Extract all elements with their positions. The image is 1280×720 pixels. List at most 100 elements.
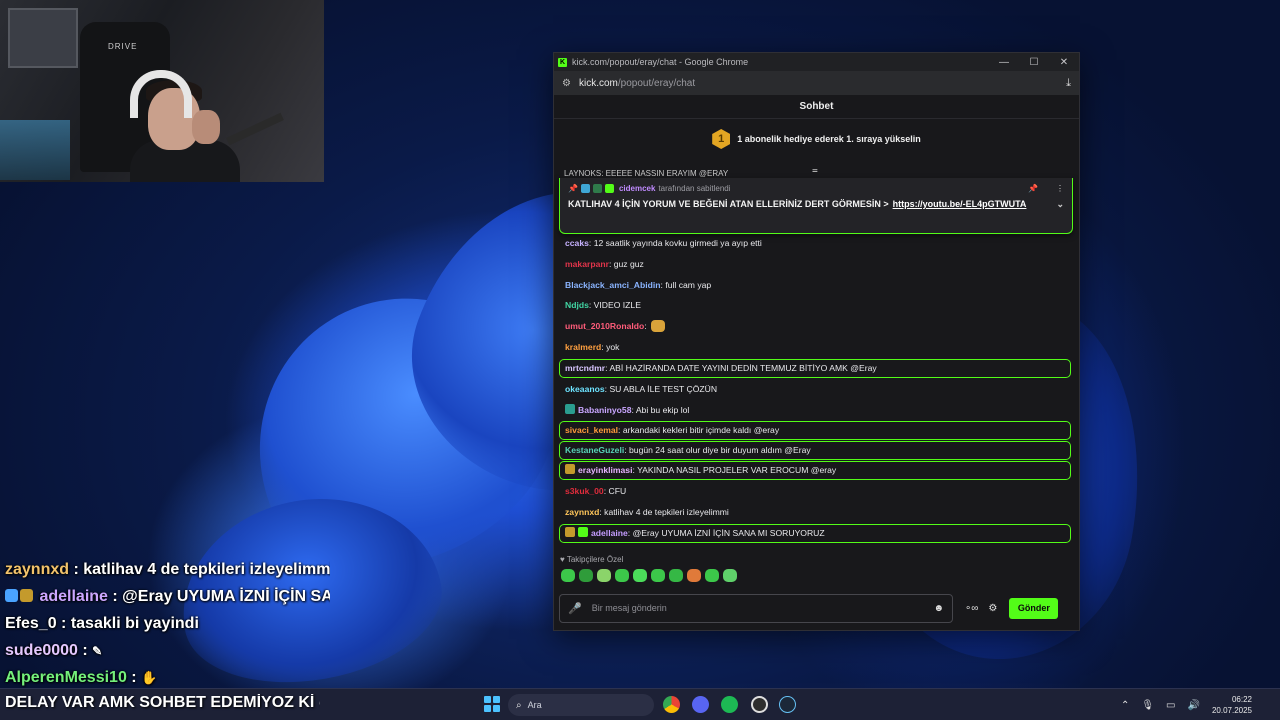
channel-points-icon[interactable]: ∘∞: [965, 603, 978, 614]
chat-message: Ndjds: VIDEO IZLE: [554, 295, 1079, 316]
volume-icon[interactable]: 🔊: [1188, 700, 1200, 711]
clock[interactable]: 06:22 20.07.2025: [1212, 694, 1252, 716]
chat-message: ccaks: 12 saatlik yayında kovku girmedi …: [554, 233, 1079, 254]
gift-banner-text: 1 abonelik hediye ederek 1. sıraya yükse…: [737, 134, 921, 144]
emoji-picker-icon[interactable]: ☻: [933, 603, 944, 614]
window-titlebar[interactable]: K kick.com/popout/eray/chat - Google Chr…: [554, 53, 1079, 71]
close-button[interactable]: ✕: [1049, 57, 1079, 68]
scroll-to-bottom-icon[interactable]: ≡: [812, 169, 818, 176]
chat-message: okeaanos: SU ABLA İLE TEST ÇÖZÜN: [554, 379, 1079, 400]
system-tray: ⌃ 🎙 ▭ 🔊 06:22 20.07.2025: [1115, 689, 1280, 720]
chat-message-text: 12 saatlik yayında kovku girmedi ya ayıp…: [593, 238, 762, 248]
chrome-app-icon[interactable]: [663, 696, 680, 713]
chat-messages[interactable]: LAYNOKS: EEEEE NASSIN ERAYIM @ERAY 📌 cid…: [554, 169, 1079, 549]
gesture-emote-icon: ✋: [141, 670, 158, 685]
microphone-icon[interactable]: 🎙: [1141, 700, 1154, 711]
taskbar-search[interactable]: ⌕ Ara: [508, 694, 654, 716]
microphone-icon[interactable]: 🎤: [568, 602, 582, 615]
message-input[interactable]: [591, 603, 934, 613]
pinned-message-user[interactable]: cidemcek: [619, 184, 655, 193]
emote-button[interactable]: [597, 569, 611, 582]
badge-icon: [20, 589, 33, 602]
chat-message: makarpanr: guz guz: [554, 254, 1079, 275]
spotify-app-icon[interactable]: [721, 696, 738, 713]
windows-start-button[interactable]: [484, 696, 500, 712]
chat-username[interactable]: kralmerd: [565, 342, 601, 352]
obs-app-icon[interactable]: [751, 696, 768, 713]
overlay-chat-line: adellaine : @Eray UYUMA İZNİ İÇİN SANA M…: [0, 583, 330, 610]
gift-leaderboard-banner[interactable]: 1 1 abonelik hediye ederek 1. sıraya yük…: [554, 119, 1079, 159]
maximize-button[interactable]: ☐: [1019, 57, 1049, 68]
emote-button[interactable]: [633, 569, 647, 582]
kick-favicon-icon: K: [558, 57, 567, 67]
url-host: kick.com: [578, 77, 618, 89]
pinned-message-text: KATLIHAV 4 İÇİN YORUM VE BEĞENİ ATAN ELL…: [568, 199, 889, 209]
pin-icon: 📌: [568, 184, 578, 193]
rank-badge-icon: 1: [712, 129, 731, 149]
pinned-message[interactable]: 📌 cidemcek tarafından sabitlendi 📌 ⋮ KAT…: [559, 178, 1073, 234]
address-bar[interactable]: ⚙ kick.com/popout/eray/chat ⤓: [554, 71, 1079, 95]
message-input-box[interactable]: 🎤 ☻: [559, 593, 953, 623]
discord-app-icon[interactable]: [692, 696, 709, 713]
badge-icon: [5, 589, 18, 602]
network-icon[interactable]: ▭: [1166, 700, 1175, 711]
emote-button[interactable]: [687, 569, 701, 582]
pencil-emote-icon: ✎: [92, 644, 103, 658]
overlay-chat-line: AlperenMessi10 : ✋: [5, 669, 158, 686]
chevron-up-icon[interactable]: ⌃: [1121, 700, 1129, 711]
chat-message: KestaneGuzeli: bugün 24 saat olur diye b…: [559, 441, 1071, 461]
clock-date: 20.07.2025: [1211, 706, 1252, 715]
chat-title: Sohbet: [554, 95, 1079, 119]
taskbar: DELAY VAR AMK SOHBET EDEMİYOZ Kİ @ERAY ⌕…: [0, 688, 1280, 720]
emote-button[interactable]: [651, 569, 665, 582]
chat-username[interactable]: adellaine: [591, 528, 628, 538]
send-button[interactable]: Gönder: [1009, 597, 1059, 619]
badge-icon: [604, 184, 614, 193]
badge-icon: [565, 403, 575, 414]
search-icon: ⌕: [516, 699, 522, 711]
window-title: kick.com/popout/eray/chat - Google Chrom…: [572, 57, 749, 67]
chevron-down-icon[interactable]: ⌄: [1056, 199, 1064, 210]
chat-input-row: 🎤 ☻ ∘∞ ⚙ Gönder: [559, 593, 1074, 623]
chat-username[interactable]: Blackjack_amci_Abidin: [565, 280, 661, 290]
chat-username[interactable]: umut_2010Ronaldo: [565, 321, 644, 331]
download-icon[interactable]: ⤓: [1066, 77, 1071, 90]
steam-app-icon[interactable]: [779, 696, 796, 713]
emote-icon: [651, 320, 666, 333]
pinned-message-link[interactable]: https://youtu.be/-EL4pGTWUTA: [893, 199, 1027, 210]
chat-username[interactable]: mrtcndmr: [565, 363, 605, 373]
settings-gear-icon[interactable]: ⚙: [988, 603, 997, 614]
badge-icon: [592, 184, 602, 193]
chat-popout-window: K kick.com/popout/eray/chat - Google Chr…: [553, 52, 1080, 631]
chat-message: Babaninyo58: Abi bu ekip lol: [554, 400, 1079, 421]
minimize-button[interactable]: —: [989, 57, 1019, 68]
chat-message: Blackjack_amci_Abidin: full cam yap: [554, 275, 1079, 296]
chat-username[interactable]: ccaks: [565, 238, 589, 248]
partial-chat-message: LAYNOKS: EEEEE NASSIN ERAYIM @ERAY: [564, 169, 729, 178]
chat-username[interactable]: sivaci_kemal: [565, 425, 618, 435]
emote-button[interactable]: [723, 569, 737, 582]
emote-button[interactable]: [561, 569, 575, 582]
emote-button[interactable]: [579, 569, 593, 582]
chat-username[interactable]: okeaanos: [565, 384, 605, 394]
chat-username[interactable]: s3kuk_00: [565, 486, 604, 496]
emote-button[interactable]: [705, 569, 719, 582]
chat-username[interactable]: zaynnxd: [565, 507, 599, 517]
site-info-icon[interactable]: ⚙: [562, 78, 571, 89]
unpin-icon[interactable]: 📌: [1028, 184, 1038, 193]
chat-username[interactable]: Ndjds: [565, 300, 589, 310]
chat-message-text: ABİ HAZİRANDA DATE YAYINI DEDİN TEMMUZ B…: [609, 362, 877, 373]
chat-username[interactable]: KestaneGuzeli: [565, 445, 624, 455]
badge-icon: [565, 526, 575, 537]
chat-username[interactable]: erayinklimasi: [578, 465, 632, 475]
search-placeholder: Ara: [527, 700, 542, 710]
more-options-icon[interactable]: ⋮: [1056, 184, 1064, 193]
badge-icon: [578, 526, 588, 537]
emote-button[interactable]: [669, 569, 683, 582]
chat-username[interactable]: Babaninyo58: [578, 405, 632, 415]
chat-message: adellaine: @Eray UYUMA İZNİ İÇİN SANA MI…: [559, 523, 1071, 543]
emote-bar: ♥ Takipçilere Özel: [554, 555, 1079, 591]
chat-username[interactable]: makarpanr: [565, 259, 609, 269]
chat-message-text: SU ABLA İLE TEST ÇÖZÜN: [609, 383, 718, 394]
emote-button[interactable]: [615, 569, 629, 582]
